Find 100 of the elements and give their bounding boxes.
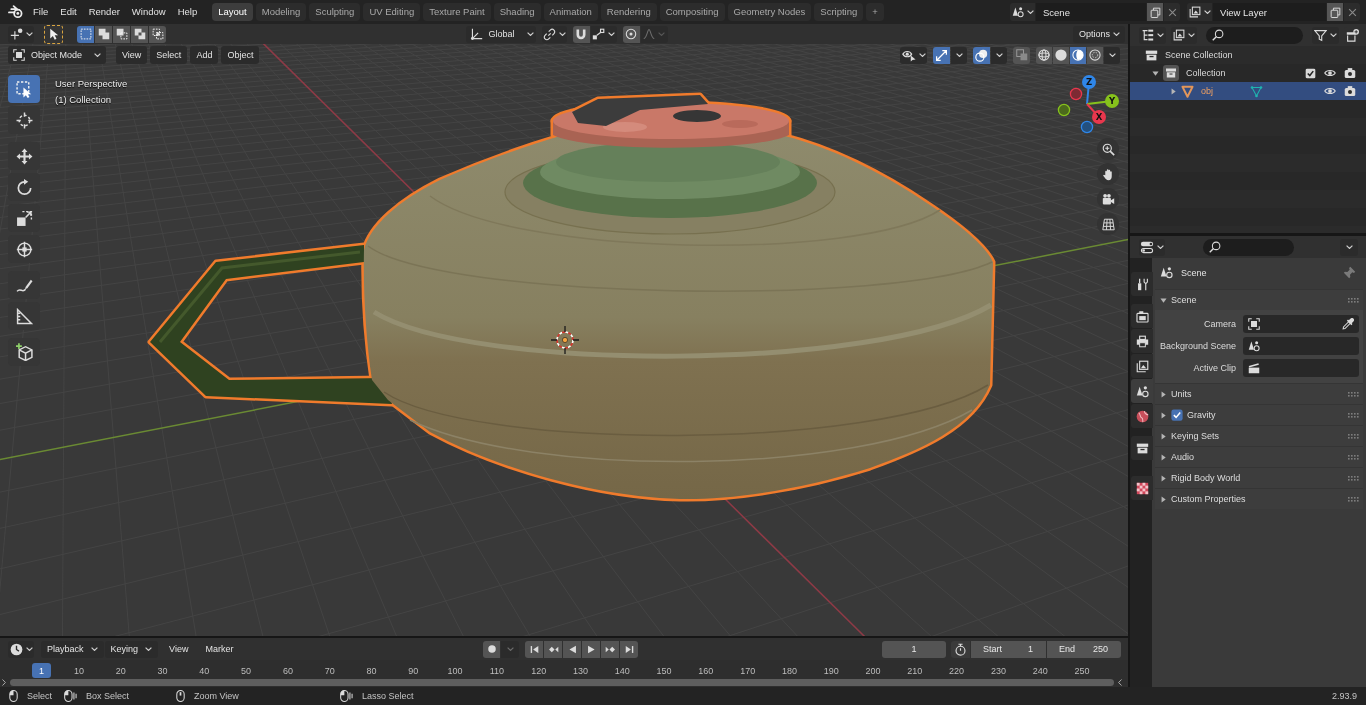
menu-item[interactable]: File	[27, 3, 55, 21]
preview-range-toggle[interactable]	[951, 640, 970, 658]
properties-tab[interactable]	[1131, 329, 1153, 353]
camera-view-button[interactable]	[1097, 188, 1119, 210]
current-frame-field[interactable]: 1	[882, 640, 946, 658]
checkbox-icon[interactable]	[1305, 67, 1316, 79]
pivot-point-dropdown[interactable]	[541, 25, 567, 43]
workspace-tab[interactable]: UV Editing	[363, 3, 421, 21]
workspace-tab[interactable]: Shading	[493, 3, 541, 21]
workspace-tab[interactable]: Sculpting	[309, 3, 361, 21]
display-mode-dropdown[interactable]	[1139, 26, 1166, 44]
triangle-right-icon[interactable]	[1160, 390, 1167, 398]
shading-mode-button[interactable]	[1087, 46, 1103, 64]
triangle-down-icon[interactable]	[1152, 69, 1159, 77]
add-workspace-button[interactable]: +	[866, 3, 884, 21]
menu-item[interactable]: Marker	[199, 640, 240, 658]
playback-button[interactable]	[544, 640, 563, 658]
menu-item[interactable]: Render	[82, 3, 126, 21]
overlays-toggle[interactable]	[973, 46, 990, 64]
zoom-button[interactable]	[1097, 138, 1119, 160]
workspace-tab[interactable]: Compositing	[659, 3, 725, 21]
pin-icon[interactable]	[1343, 266, 1356, 279]
proportional-editing-toggle[interactable]	[622, 25, 640, 43]
tool-button[interactable]	[8, 106, 40, 134]
eye-icon[interactable]	[1324, 85, 1336, 97]
properties-tab[interactable]	[1131, 354, 1153, 378]
snap-toggle[interactable]	[572, 25, 590, 43]
current-frame-indicator[interactable]: 1	[32, 663, 51, 678]
playback-button[interactable]	[601, 640, 620, 658]
eyedropper-icon[interactable]	[1342, 318, 1354, 330]
triangle-right-icon[interactable]	[1160, 411, 1167, 419]
shading-mode-button[interactable]	[1070, 46, 1086, 64]
logo-icon[interactable]	[8, 5, 23, 19]
checkbox-icon[interactable]	[1171, 409, 1183, 421]
menu-item[interactable]: Edit	[54, 3, 83, 21]
playback-button[interactable]	[582, 640, 601, 658]
pivot-dropdown[interactable]	[8, 25, 34, 43]
workspace-tab[interactable]: Geometry Nodes	[727, 3, 812, 21]
workspace-tab[interactable]: Texture Paint	[423, 3, 491, 21]
projection-button[interactable]	[1097, 213, 1119, 235]
camera-icon[interactable]	[1344, 85, 1356, 97]
properties-tab[interactable]	[1131, 436, 1153, 460]
properties-tab[interactable]	[1131, 476, 1153, 500]
menu-item[interactable]: Window	[125, 3, 172, 21]
outliner-item[interactable]: Scene Collection	[1130, 46, 1366, 64]
triangle-down-icon[interactable]	[1160, 296, 1167, 304]
menu-item[interactable]: View	[163, 640, 195, 658]
options-dropdown[interactable]	[1340, 238, 1358, 256]
workspace-tab[interactable]: Rendering	[600, 3, 657, 21]
negative-x-axis-handle[interactable]	[1069, 87, 1083, 101]
workspace-tab[interactable]: Scripting	[814, 3, 864, 21]
menu-item[interactable]: Help	[171, 3, 204, 21]
delete-scene-button[interactable]	[1164, 3, 1180, 21]
workspace-tab[interactable]: Layout	[212, 3, 253, 21]
end-frame-field[interactable]: End 250	[1047, 640, 1121, 658]
data-block-field[interactable]	[1243, 359, 1359, 377]
editor-type-dropdown[interactable]	[8, 640, 34, 658]
shading-mode-button[interactable]	[1036, 46, 1052, 64]
snap-target-dropdown[interactable]	[590, 25, 617, 43]
camera-icon[interactable]	[1344, 67, 1356, 79]
select-mode-button[interactable]	[95, 25, 112, 43]
playback-button[interactable]	[620, 640, 639, 658]
properties-tab[interactable]	[1131, 404, 1153, 428]
menu-item[interactable]: Select	[150, 46, 188, 64]
scene-browse-button[interactable]	[1010, 3, 1035, 21]
search-field[interactable]	[1206, 26, 1303, 44]
new-view-layer-button[interactable]	[1327, 3, 1343, 21]
properties-tab[interactable]	[1131, 272, 1153, 296]
outliner-item[interactable]: Collection	[1130, 64, 1366, 82]
shading-dropdown[interactable]	[1104, 46, 1120, 64]
workspace-tab[interactable]: Animation	[543, 3, 598, 21]
horizontal-scrollbar[interactable]	[10, 679, 1114, 686]
orientation-dropdown[interactable]: Global	[465, 25, 536, 43]
triangle-right-icon[interactable]	[1170, 87, 1177, 95]
search-field[interactable]	[1203, 238, 1294, 256]
playback-button[interactable]	[525, 640, 544, 658]
filter-dropdown[interactable]	[1312, 26, 1339, 44]
select-mode-button[interactable]	[149, 25, 166, 43]
menu-item[interactable]: Object	[221, 46, 260, 64]
y-axis-handle[interactable]: Y	[1086, 94, 1119, 108]
negative-z-axis-handle[interactable]	[1080, 120, 1094, 134]
pan-button[interactable]	[1097, 163, 1119, 185]
visibility-dropdown[interactable]	[900, 46, 927, 64]
new-collection-button[interactable]	[1344, 26, 1360, 44]
select-mode-button[interactable]	[113, 25, 130, 43]
chevron-left-icon[interactable]	[1118, 679, 1122, 686]
z-axis-handle[interactable]: Z	[1082, 75, 1096, 105]
workspace-tab[interactable]: Modeling	[255, 3, 307, 21]
triangle-right-icon[interactable]	[1160, 432, 1167, 440]
data-block-field[interactable]	[1243, 315, 1359, 333]
editor-type-dropdown[interactable]	[1139, 238, 1165, 256]
shading-mode-button[interactable]	[1053, 46, 1069, 64]
triangle-right-icon[interactable]	[1160, 495, 1167, 503]
select-tool-button[interactable]	[44, 24, 63, 44]
delete-view-layer-button[interactable]	[1344, 3, 1360, 21]
dropdown-menu[interactable]: Keying	[104, 640, 159, 658]
view-layer-name-field[interactable]: View Layer	[1213, 3, 1326, 21]
properties-tab[interactable]	[1131, 304, 1153, 328]
dropdown-menu[interactable]: Playback	[41, 640, 104, 658]
options-dropdown[interactable]: Options	[1073, 25, 1125, 43]
